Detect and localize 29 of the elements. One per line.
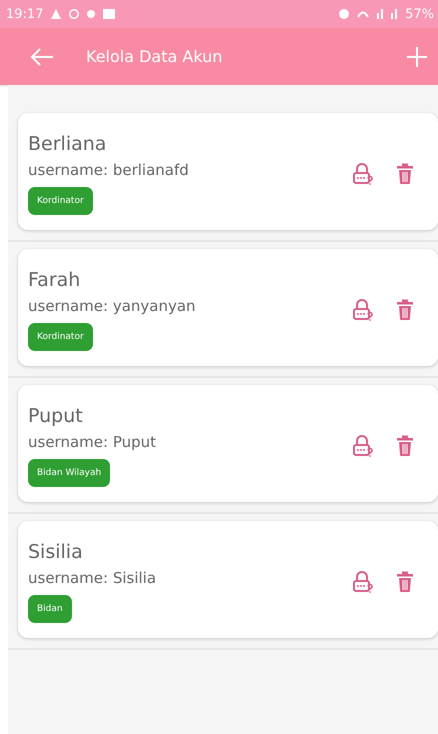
back-button[interactable] xyxy=(30,48,54,66)
trash-icon[interactable] xyxy=(396,162,414,184)
add-button[interactable] xyxy=(406,46,428,68)
account-name: Farah xyxy=(28,268,80,290)
trash-icon[interactable] xyxy=(396,570,414,592)
wifi-icon xyxy=(357,10,370,18)
lock-question-icon[interactable] xyxy=(352,570,374,592)
role-badge: Bidan Wilayah xyxy=(28,458,110,486)
account-username: username: Sisilia xyxy=(28,568,156,586)
account-name: Puput xyxy=(28,404,83,426)
screen-title: Kelola Data Akun xyxy=(86,47,224,66)
lock-question-icon[interactable] xyxy=(352,434,374,456)
lock-question-icon[interactable] xyxy=(352,162,374,184)
status-time: 19:17 xyxy=(6,6,44,22)
trash-icon[interactable] xyxy=(396,298,414,320)
battery-percent: 57% xyxy=(405,6,434,22)
account-name: Berliana xyxy=(28,132,106,154)
role-badge: Bidan xyxy=(28,594,72,622)
lock-question-icon[interactable] xyxy=(352,298,374,320)
role-badge: Kordinator xyxy=(28,322,93,350)
account-name: Sisilia xyxy=(28,540,83,562)
signal-icon xyxy=(391,9,398,19)
account-username: username: yanyanyan xyxy=(28,296,196,314)
warning-icon xyxy=(51,9,62,19)
account-username: username: Puput xyxy=(28,432,156,450)
role-badge: Kordinator xyxy=(28,186,93,214)
trash-icon[interactable] xyxy=(396,434,414,456)
account-username: username: berlianafd xyxy=(28,160,189,178)
signal-icon xyxy=(377,9,384,19)
